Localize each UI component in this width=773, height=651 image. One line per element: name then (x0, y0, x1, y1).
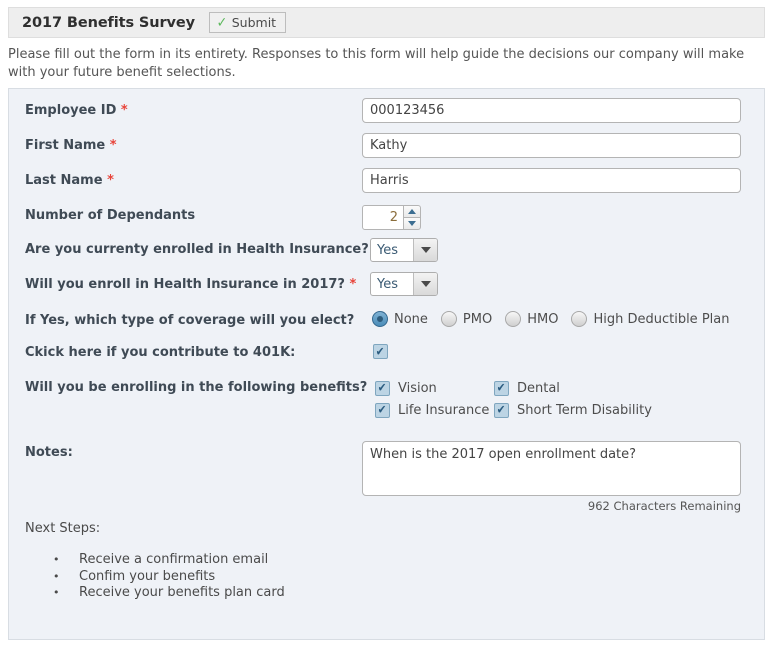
radio-option-pmo[interactable]: PMO (441, 311, 492, 327)
last-name-input[interactable] (362, 168, 741, 193)
checkbox-life-insurance[interactable]: ✔ (375, 403, 390, 418)
first-name-input[interactable] (362, 133, 741, 158)
benefits-row-1: ✔ Vision ✔ Dental (375, 377, 705, 399)
checkmark-icon: ✔ (378, 404, 387, 416)
green-check-icon: ✓ (217, 16, 228, 30)
field-row-employee-id: Employee ID * (9, 102, 764, 132)
field-row-currently-enrolled: Are you currenty enrolled in Health Insu… (9, 241, 764, 271)
will-enroll-value: Yes (371, 277, 413, 292)
submit-button[interactable]: ✓ Submit (209, 12, 286, 33)
list-item: Receive a confirmation email (53, 552, 285, 569)
field-row-first-name: First Name * (9, 137, 764, 167)
intro-text: Please fill out the form in its entirety… (8, 46, 756, 81)
checkbox-vision[interactable]: ✔ (375, 381, 390, 396)
next-steps-list: Receive a confirmation email Confim your… (25, 552, 285, 602)
currently-enrolled-value: Yes (371, 243, 413, 258)
benefits-checkbox-grid: ✔ Vision ✔ Dental ✔ Life Insurance (375, 377, 705, 421)
benefit-checkbox-dental[interactable]: ✔ Dental (494, 381, 560, 396)
last-name-label: Last Name * (25, 172, 114, 189)
coverage-type-label: If Yes, which type of coverage will you … (25, 312, 354, 329)
submit-button-label: Submit (232, 15, 276, 30)
radio-label: High Deductible Plan (593, 312, 729, 327)
employee-id-input[interactable] (362, 98, 741, 123)
notes-label: Notes: (25, 444, 73, 461)
notes-textarea[interactable] (362, 441, 741, 496)
currently-enrolled-select[interactable]: Yes (370, 238, 438, 262)
radio-icon-unselected (505, 311, 521, 327)
will-enroll-label: Will you enroll in Health Insurance in 2… (25, 276, 356, 293)
checkmark-icon: ✔ (497, 382, 506, 394)
chevron-down-icon (421, 281, 431, 287)
currently-enrolled-label: Are you currenty enrolled in Health Insu… (25, 241, 369, 258)
checkbox-dental[interactable]: ✔ (494, 381, 509, 396)
benefits-label: Will you be enrolling in the following b… (25, 379, 367, 396)
chevron-down-icon (408, 221, 416, 226)
benefit-label: Short Term Disability (517, 403, 652, 418)
employee-id-label: Employee ID * (25, 102, 128, 119)
list-item: Receive your benefits plan card (53, 585, 285, 602)
radio-label: PMO (463, 312, 492, 327)
survey-form-panel: Employee ID * First Name * Last Name * N… (8, 88, 765, 640)
page-title: 2017 Benefits Survey (22, 15, 195, 31)
checkmark-icon: ✔ (497, 404, 506, 416)
list-item: Confim your benefits (53, 569, 285, 586)
select-arrow-button[interactable] (413, 239, 437, 261)
benefit-label: Dental (517, 381, 560, 396)
benefit-checkbox-short-term-disability[interactable]: ✔ Short Term Disability (494, 403, 652, 418)
radio-option-high-deductible-plan[interactable]: High Deductible Plan (571, 311, 729, 327)
contribute-401k-checkbox[interactable]: ✔ (373, 344, 388, 359)
required-asterisk: * (110, 138, 117, 153)
required-asterisk: * (350, 277, 357, 292)
next-steps-title: Next Steps: (25, 521, 100, 536)
checkbox-short-term-disability[interactable]: ✔ (494, 403, 509, 418)
stepper-decrement-button[interactable] (403, 217, 421, 230)
chevron-up-icon (408, 209, 416, 214)
benefit-checkbox-life-insurance[interactable]: ✔ Life Insurance (375, 403, 494, 418)
benefit-checkbox-vision[interactable]: ✔ Vision (375, 381, 494, 396)
dependants-input[interactable] (362, 205, 404, 230)
benefits-row-2: ✔ Life Insurance ✔ Short Term Disability (375, 399, 705, 421)
contribute-401k-label: Ckick here if you contribute to 401K: (25, 344, 295, 361)
field-row-will-enroll: Will you enroll in Health Insurance in 2… (9, 276, 764, 306)
radio-option-none[interactable]: None (372, 311, 428, 327)
field-row-dependants: Number of Dependants (9, 207, 764, 237)
checkmark-icon: ✔ (378, 382, 387, 394)
radio-label: HMO (527, 312, 558, 327)
field-row-last-name: Last Name * (9, 172, 764, 202)
will-enroll-select[interactable]: Yes (370, 272, 438, 296)
benefit-label: Vision (398, 381, 437, 396)
radio-icon-selected (372, 311, 388, 327)
select-arrow-button[interactable] (413, 273, 437, 295)
chevron-down-icon (421, 247, 431, 253)
checkmark-icon: ✔ (376, 345, 385, 357)
radio-option-hmo[interactable]: HMO (505, 311, 558, 327)
coverage-type-radio-group: None PMO HMO High Deductible Plan (372, 309, 742, 329)
app-titlebar: 2017 Benefits Survey ✓ Submit (8, 7, 765, 38)
radio-icon-unselected (571, 311, 587, 327)
stepper-buttons (403, 205, 421, 230)
required-asterisk: * (107, 173, 114, 188)
benefit-label: Life Insurance (398, 403, 489, 418)
dependants-stepper[interactable] (362, 205, 422, 230)
required-asterisk: * (121, 103, 128, 118)
field-row-benefits: Will you be enrolling in the following b… (9, 379, 764, 429)
notes-character-counter: 962 Characters Remaining (362, 499, 741, 513)
dependants-label: Number of Dependants (25, 207, 195, 224)
field-row-401k: Ckick here if you contribute to 401K: ✔ (9, 344, 764, 374)
radio-icon-unselected (441, 311, 457, 327)
radio-label: None (394, 312, 428, 327)
stepper-increment-button[interactable] (403, 205, 421, 217)
first-name-label: First Name * (25, 137, 117, 154)
field-row-coverage-type: If Yes, which type of coverage will you … (9, 312, 764, 342)
